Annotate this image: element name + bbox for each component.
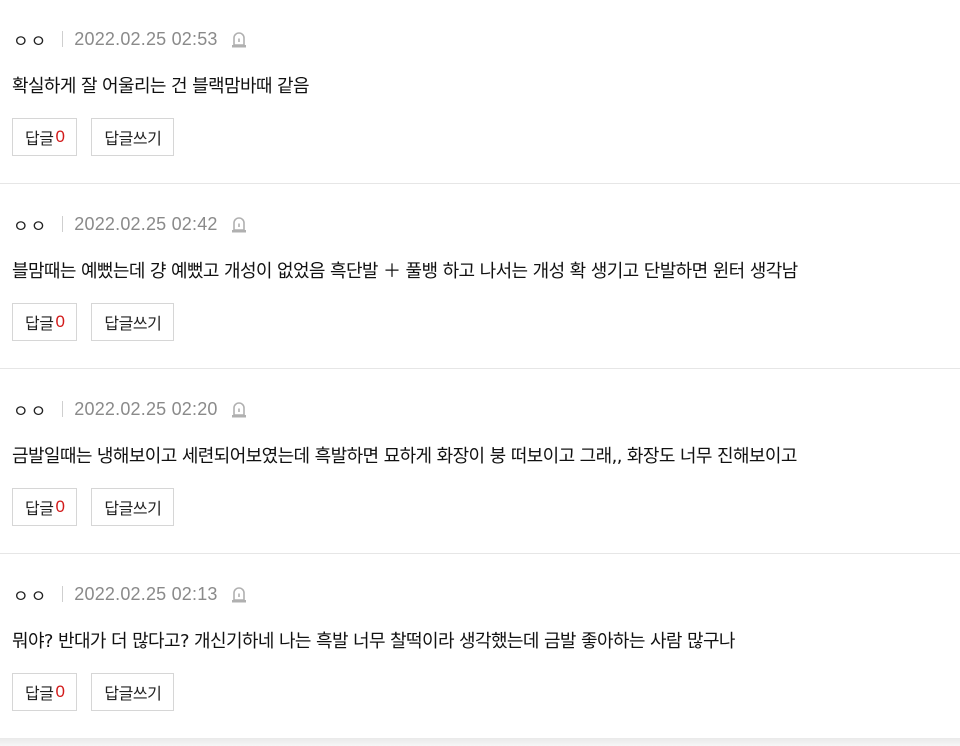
comment-text: 블맘때는 예뻤는데 걍 예뻤고 개성이 없었음 흑단발 ＋ 풀뱅 하고 나서는 … — [12, 261, 798, 282]
comment-meta: ㅇㅇ 2022.02.25 02:13 — [13, 583, 248, 607]
meta-divider — [62, 586, 64, 602]
reply-count-button[interactable]: 답글 0 — [12, 673, 78, 711]
reply-count: 0 — [55, 682, 65, 701]
siren-report-icon[interactable] — [230, 584, 248, 604]
comment-date: 2022.02.25 02:53 — [74, 28, 218, 49]
siren-report-icon[interactable] — [230, 214, 248, 234]
comment-item: ㅇㅇ 2022.02.25 02:42 블맘때는 예뻤는데 걍 예뻤고 개성이 … — [0, 185, 960, 369]
comment-meta: ㅇㅇ 2022.02.25 02:20 — [13, 398, 248, 422]
reply-label: 답글 — [25, 314, 54, 333]
siren-report-icon[interactable] — [230, 29, 248, 49]
write-reply-button[interactable]: 답글쓰기 — [91, 118, 175, 156]
comment-text: 금발일때는 냉해보이고 세련되어보였는데 흑발하면 묘하게 화장이 붕 떠보이고… — [12, 446, 797, 467]
meta-divider — [62, 31, 64, 47]
comment-item: ㅇㅇ 2022.02.25 02:53 확실하게 잘 어울리는 건 블랙맘바때 … — [0, 0, 960, 184]
reply-label: 답글 — [25, 129, 54, 148]
comment-author: ㅇㅇ — [13, 216, 49, 237]
comment-actions: 답글 0 답글쓰기 — [12, 673, 175, 711]
comment-actions: 답글 0 답글쓰기 — [12, 303, 175, 341]
list-bottom-edge — [0, 738, 960, 746]
comment-meta: ㅇㅇ 2022.02.25 02:53 — [13, 28, 248, 52]
meta-divider — [62, 216, 64, 232]
comment-date: 2022.02.25 02:13 — [74, 583, 218, 604]
reply-count-button[interactable]: 답글 0 — [12, 118, 78, 156]
reply-count: 0 — [55, 312, 65, 331]
comment-author: ㅇㅇ — [13, 401, 49, 422]
comment-author: ㅇㅇ — [13, 586, 49, 607]
reply-count-button[interactable]: 답글 0 — [12, 303, 78, 341]
comment-item: ㅇㅇ 2022.02.25 02:20 금발일때는 냉해보이고 세련되어보였는데… — [0, 370, 960, 554]
reply-count-button[interactable]: 답글 0 — [12, 488, 78, 526]
comment-date: 2022.02.25 02:42 — [74, 213, 218, 234]
meta-divider — [62, 401, 64, 417]
comment-text: 뭐야? 반대가 더 많다고? 개신기하네 나는 흑발 너무 찰떡이라 생각했는데… — [12, 631, 735, 652]
reply-label: 답글 — [25, 684, 54, 703]
siren-report-icon[interactable] — [230, 399, 248, 419]
comment-actions: 답글 0 답글쓰기 — [12, 118, 175, 156]
comment-meta: ㅇㅇ 2022.02.25 02:42 — [13, 213, 248, 237]
comment-actions: 답글 0 답글쓰기 — [12, 488, 175, 526]
comment-date: 2022.02.25 02:20 — [74, 398, 218, 419]
reply-label: 답글 — [25, 499, 54, 518]
comment-author: ㅇㅇ — [13, 31, 49, 52]
reply-count: 0 — [55, 127, 65, 146]
write-reply-button[interactable]: 답글쓰기 — [91, 303, 175, 341]
comment-item: ㅇㅇ 2022.02.25 02:13 뭐야? 반대가 더 많다고? 개신기하네… — [0, 555, 960, 739]
write-reply-button[interactable]: 답글쓰기 — [91, 488, 175, 526]
reply-count: 0 — [55, 497, 65, 516]
comment-text: 확실하게 잘 어울리는 건 블랙맘바때 같음 — [12, 76, 310, 97]
write-reply-button[interactable]: 답글쓰기 — [91, 673, 175, 711]
